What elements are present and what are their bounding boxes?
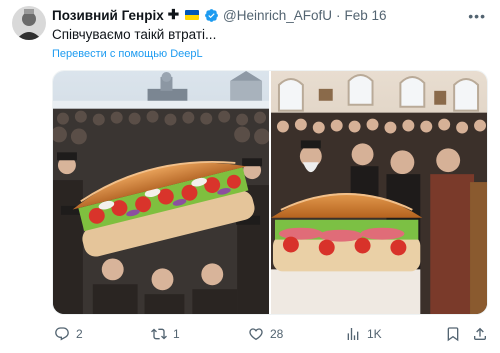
tweet-header: Позивний Генріх ✚ @Heinrich_AFofU · Feb … [52, 6, 387, 24]
share-icon [474, 327, 486, 340]
timestamp[interactable]: Feb 16 [345, 8, 387, 23]
bookmark-icon [447, 327, 459, 342]
media-image-2[interactable] [271, 71, 487, 314]
verified-icon[interactable] [204, 8, 219, 23]
media-image-1[interactable] [53, 71, 269, 314]
views-icon [347, 328, 359, 340]
translate-link[interactable]: Перевести с помощью DeepL [52, 48, 203, 60]
like-count: 28 [270, 327, 284, 341]
views-button[interactable]: 1K [345, 326, 382, 342]
ukraine-flag-icon [185, 10, 200, 20]
tweet: Позивний Генріх ✚ @Heinrich_AFofU · Feb … [0, 0, 500, 353]
handle[interactable]: @Heinrich_AFofU [223, 8, 332, 23]
like-button[interactable]: 28 [248, 326, 283, 342]
tweet-text: Співчуваємо таікй втраті... [52, 27, 217, 42]
media-grid [52, 70, 488, 315]
retweet-icon [151, 328, 167, 340]
action-bar: 2 1 28 1K [52, 326, 488, 344]
display-name[interactable]: Позивний Генріх [52, 8, 164, 23]
more-icon[interactable]: ••• [468, 8, 486, 24]
avatar[interactable] [12, 6, 46, 40]
like-icon [249, 328, 263, 341]
cross-glyph: ✚ [167, 7, 180, 22]
bookmark-button[interactable] [445, 326, 461, 342]
reply-icon [55, 327, 69, 341]
separator-dot: · [336, 7, 341, 23]
share-button[interactable] [472, 326, 488, 342]
retweet-button[interactable]: 1 [151, 326, 180, 342]
reply-count: 2 [76, 327, 83, 341]
retweet-count: 1 [173, 327, 180, 341]
reply-button[interactable]: 2 [54, 326, 83, 342]
views-count: 1K [367, 327, 382, 341]
